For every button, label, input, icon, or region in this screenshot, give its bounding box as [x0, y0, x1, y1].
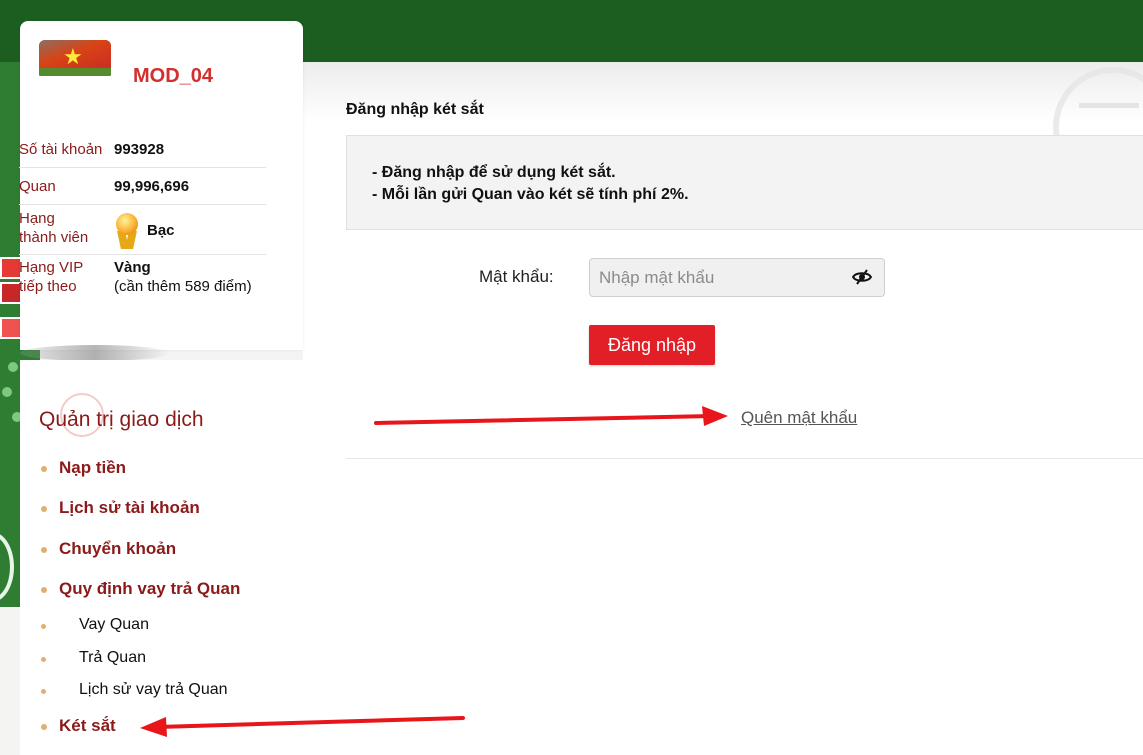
username: MOD_04: [133, 65, 214, 87]
vip-row: Hạng VIP tiếp theo Vàng (cần thêm 589 đi…: [19, 256, 266, 300]
star-icon: ★: [63, 44, 83, 69]
avatar-grass: [39, 68, 111, 76]
submenu-item-borrow[interactable]: Vay Quan: [41, 616, 149, 634]
notice-line-2: - Mỗi lần gửi Quan vào két sẽ tính phí 2…: [372, 186, 689, 203]
decor-ring: [0, 532, 14, 602]
vip-label-line2: tiếp theo: [19, 278, 77, 295]
decor-dot: [2, 387, 12, 397]
menu-item-loan-rules[interactable]: Quy định vay trả Quan: [40, 579, 240, 599]
password-input[interactable]: [589, 258, 885, 297]
avatar[interactable]: ★: [39, 40, 111, 76]
submenu-item-repay[interactable]: Trả Quan: [41, 649, 146, 667]
account-number-value: 993928: [114, 141, 165, 158]
decor-dot: [8, 362, 18, 372]
menu-item-safe[interactable]: Két sắt: [41, 716, 116, 736]
account-number-row: Số tài khoản 993928: [19, 138, 266, 168]
balance-label: Quan: [19, 178, 56, 195]
notice-line-1: - Đăng nhập để sử dụng két sắt.: [372, 164, 616, 181]
page-title: Đăng nhập két sắt: [346, 101, 484, 118]
divider: [346, 458, 1143, 459]
menu-item-transfer[interactable]: Chuyển khoản: [40, 539, 176, 559]
vip-note: (cần thêm 589 điểm): [114, 278, 252, 295]
login-button[interactable]: Đăng nhập: [589, 325, 715, 365]
password-label: Mật khẩu:: [479, 267, 554, 286]
brush-stroke-decoration: [20, 345, 170, 361]
balance-row: Quan 99,996,696: [19, 175, 266, 205]
rank-row: Hạng thành viên Bạc: [19, 207, 266, 255]
notice-box: - Đăng nhập để sử dụng két sắt. - Mỗi lầ…: [346, 135, 1143, 230]
menu-item-account-history[interactable]: Lịch sử tài khoản: [41, 498, 200, 518]
medal-icon: [114, 213, 140, 249]
rank-label-line1: Hạng: [19, 210, 55, 227]
vip-label-line1: Hạng VIP: [19, 259, 84, 276]
account-number-label: Số tài khoản: [19, 141, 103, 158]
menu-title: Quản trị giao dịch: [39, 408, 204, 431]
submenu-item-loan-history[interactable]: Lịch sử vay trả Quan: [41, 681, 228, 699]
rank-label-line2: thành viên: [19, 229, 89, 246]
balance-value: 99,996,696: [114, 178, 190, 195]
rank-value: Bạc: [147, 222, 175, 239]
eye-slash-icon[interactable]: [851, 267, 873, 287]
decor-box: [0, 317, 22, 339]
medal-disc: [116, 213, 138, 235]
vip-value: Vàng: [114, 259, 151, 276]
menu-item-deposit[interactable]: Nạp tiền: [40, 458, 126, 478]
forgot-password-link[interactable]: Quên mật khẩu: [741, 408, 857, 428]
